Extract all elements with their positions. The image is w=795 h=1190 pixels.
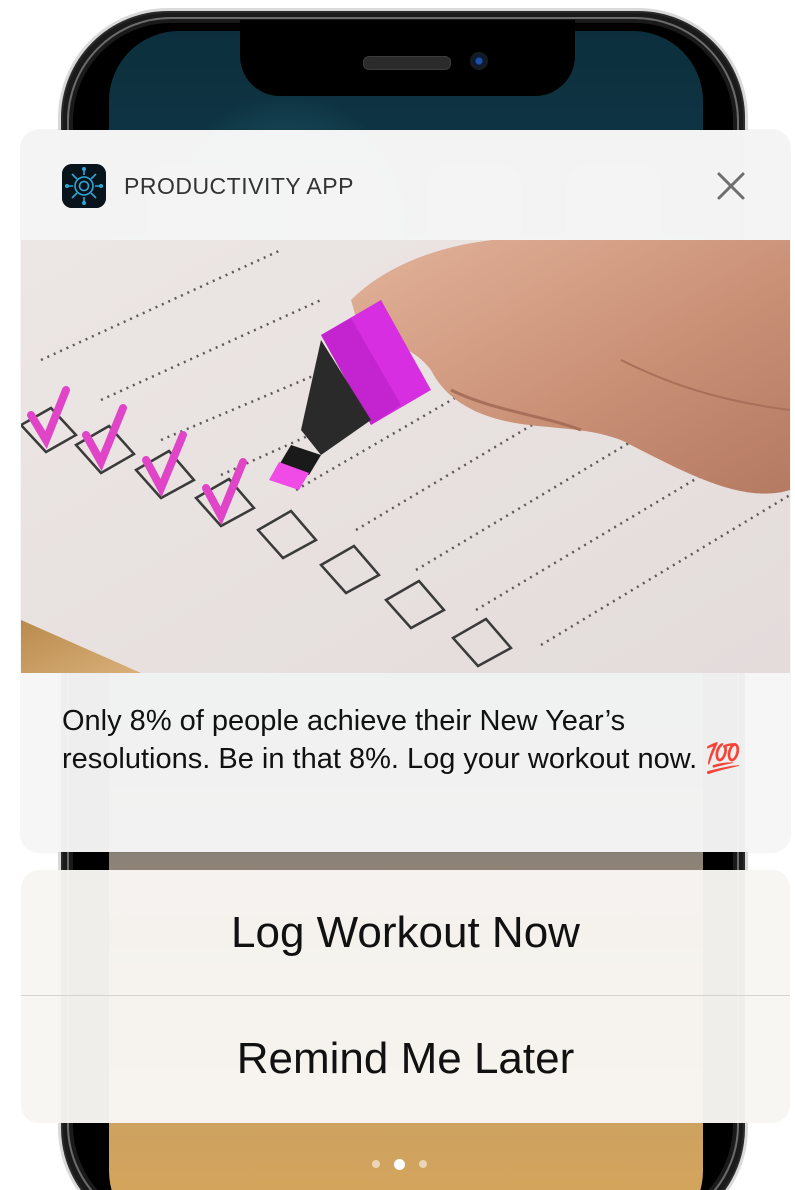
notification-message: Only 8% of people achieve their New Year… — [62, 705, 742, 775]
notification-actions: Log Workout Now Remind Me Later — [21, 870, 790, 1123]
notification-card[interactable]: PRODUCTIVITY APP Only 8% of people achie… — [21, 130, 790, 852]
front-camera — [470, 52, 488, 70]
page-dot — [372, 1160, 380, 1168]
earpiece-speaker — [363, 56, 451, 70]
close-icon[interactable] — [711, 166, 751, 206]
log-workout-now-button[interactable]: Log Workout Now — [21, 870, 790, 995]
notification-header: PRODUCTIVITY APP — [21, 130, 790, 240]
page-dot — [419, 1160, 427, 1168]
page-dot-active — [394, 1158, 405, 1170]
phone-mockup-stage: PRODUCTIVITY APP Only 8% of people achie… — [0, 0, 795, 1190]
productivity-app-icon — [62, 164, 106, 208]
page-indicator — [372, 1158, 436, 1170]
remind-me-later-button[interactable]: Remind Me Later — [21, 996, 790, 1121]
checklist-highlighter-photo — [21, 240, 790, 673]
app-name-label: PRODUCTIVITY APP — [124, 173, 354, 199]
